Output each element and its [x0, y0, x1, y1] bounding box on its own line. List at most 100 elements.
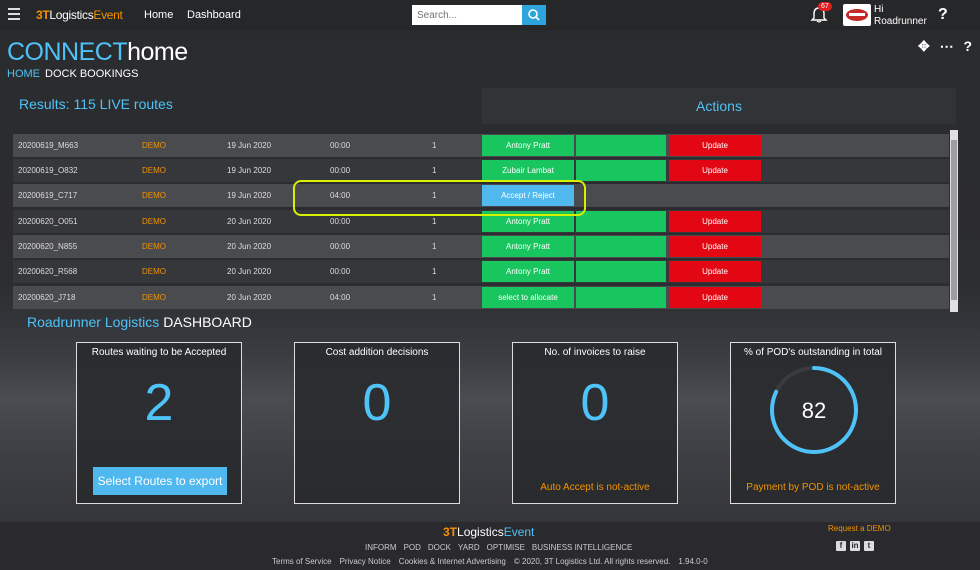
client-name: DEMO [142, 293, 166, 302]
table-row[interactable]: 20200620_J718 DEMO 20 Jun 2020 04:00 1 select… [13, 286, 949, 309]
user-name: Roadrunner [874, 16, 927, 27]
driver-allocation-button[interactable]: Zubair Lambat [482, 160, 574, 181]
footer-link-inform[interactable]: INFORM [365, 543, 397, 552]
notification-badge: 67 [818, 2, 832, 11]
help-icon-secondary[interactable]: ? [964, 38, 973, 54]
user-greeting[interactable]: Hi Roadrunner [874, 4, 927, 28]
actions-header: Actions [482, 88, 956, 124]
privacy-link[interactable]: Privacy Notice [340, 557, 391, 566]
footer-logo-3t: 3T [443, 525, 458, 539]
dashboard-label: DASHBOARD [163, 314, 252, 330]
select-routes-export-button[interactable]: Select Routes to export [93, 467, 227, 495]
status-button[interactable] [576, 287, 666, 308]
avatar[interactable] [843, 4, 871, 26]
card-invoices[interactable]: No. of invoices to raise 0 Auto Accept i… [512, 342, 678, 504]
request-demo-link[interactable]: Request a DEMO [828, 524, 891, 533]
route-time: 00:00 [330, 141, 351, 150]
route-date: 20 Jun 2020 [227, 267, 272, 276]
footer-link-dock[interactable]: DOCK [428, 543, 451, 552]
client-name: DEMO [142, 267, 166, 276]
nav-dashboard[interactable]: Dashboard [187, 9, 241, 21]
route-id: 20200620_O051 [18, 217, 78, 226]
brand-connect: CONNECT [7, 38, 128, 66]
app-logo[interactable]: 3TLogisticsEvent [36, 8, 123, 22]
terms-link[interactable]: Terms of Service [272, 557, 332, 566]
twitter-icon[interactable]: t [864, 541, 874, 551]
update-button[interactable]: Update [669, 160, 761, 181]
route-count: 1 [432, 166, 437, 175]
status-button[interactable] [576, 160, 666, 181]
status-button[interactable] [576, 211, 666, 232]
social-links: f in t [836, 535, 878, 553]
client-name: DEMO [142, 141, 166, 150]
footer-logo-event: Event [503, 525, 535, 539]
footer-logo[interactable]: 3TLogisticsEvent [443, 525, 534, 539]
menu-icon[interactable] [8, 8, 20, 20]
route-id: 20200620_R568 [18, 267, 78, 276]
top-bar: 3TLogisticsEvent Home Dashboard 67 Hi Ro… [0, 0, 980, 30]
footer-link-bi[interactable]: BUSINESS INTELLIGENCE [532, 543, 632, 552]
update-button[interactable]: Update [669, 287, 761, 308]
more-icon[interactable]: ⋯ [940, 38, 954, 54]
footer-logo-logistics: Logistics [457, 525, 504, 539]
facebook-icon[interactable]: f [836, 541, 846, 551]
move-icon[interactable]: ✥ [918, 38, 930, 54]
help-icon[interactable]: ? [938, 6, 948, 24]
card-footer: Auto Accept is not-active [540, 482, 650, 493]
scrollbar-thumb[interactable] [951, 140, 957, 300]
route-id: 20200619_M663 [18, 141, 79, 150]
client-name: DEMO [142, 166, 166, 175]
client-name: DEMO [142, 217, 166, 226]
search-input[interactable] [412, 5, 522, 25]
route-id: 20200620_N855 [18, 242, 78, 251]
footer-product-links: INFORM POD DOCK YARD OPTIMISE BUSINESS INTELL… [365, 543, 639, 552]
copyright-text: © 2020, 3T Logistics Ltd. All rights res… [513, 557, 671, 566]
route-time: 00:00 [330, 242, 351, 251]
scrollbar[interactable] [950, 130, 958, 312]
route-count: 1 [432, 242, 437, 251]
route-id: 20200619_O832 [18, 166, 78, 175]
status-button[interactable] [576, 261, 666, 282]
update-button[interactable]: Update [669, 211, 761, 232]
footer-link-optimise[interactable]: OPTIMISE [487, 543, 525, 552]
card-title: % of POD's outstanding in total [743, 347, 883, 358]
footer-legal: Terms of Service Privacy Notice Cookies & … [272, 557, 716, 566]
driver-allocation-button[interactable]: Antony Pratt [482, 261, 574, 282]
card-value: 0 [580, 374, 610, 432]
table-row[interactable]: 20200619_M663 DEMO 19 Jun 2020 00:00 1 Antony… [13, 134, 949, 157]
breadcrumb-home[interactable]: HOME [7, 68, 40, 80]
status-button[interactable] [576, 236, 666, 257]
table-row[interactable]: 20200620_N855 DEMO 20 Jun 2020 00:00 1 Antony… [13, 235, 949, 258]
route-date: 19 Jun 2020 [227, 166, 272, 175]
update-button[interactable]: Update [669, 261, 761, 282]
route-date: 20 Jun 2020 [227, 293, 272, 302]
card-footer: Payment by POD is not-active [746, 482, 880, 493]
linkedin-icon[interactable]: in [850, 541, 860, 551]
table-row[interactable]: 20200619_O832 DEMO 19 Jun 2020 00:00 1 Zubair… [13, 159, 949, 182]
card-routes-waiting[interactable]: Routes waiting to be Accepted 2 Select R… [76, 342, 242, 504]
route-count: 1 [432, 293, 437, 302]
table-row[interactable]: 20200620_R568 DEMO 20 Jun 2020 00:00 1 Antony… [13, 260, 949, 283]
driver-allocation-button[interactable]: select to allocate [482, 287, 574, 308]
nav-home[interactable]: Home [144, 9, 173, 21]
update-button[interactable]: Update [669, 135, 761, 156]
route-count: 1 [432, 217, 437, 226]
search-button[interactable] [522, 5, 546, 25]
route-date: 20 Jun 2020 [227, 217, 272, 226]
card-title: No. of invoices to raise [544, 347, 646, 358]
card-cost-addition[interactable]: Cost addition decisions 0 [294, 342, 460, 504]
update-button[interactable]: Update [669, 236, 761, 257]
route-count: 1 [432, 141, 437, 150]
status-button[interactable] [576, 135, 666, 156]
footer-link-yard[interactable]: YARD [458, 543, 480, 552]
dashboard-title: Roadrunner Logistics DASHBOARD [27, 314, 252, 330]
card-title: Routes waiting to be Accepted [91, 347, 227, 358]
driver-allocation-button[interactable]: Antony Pratt [482, 135, 574, 156]
cookies-link[interactable]: Cookies & Internet Advertising [399, 557, 506, 566]
footer-link-pod[interactable]: POD [404, 543, 421, 552]
card-pod-outstanding[interactable]: % of POD's outstanding in total 82 Payme… [730, 342, 896, 504]
breadcrumb-current: DOCK BOOKINGS [45, 68, 139, 80]
driver-allocation-button[interactable]: Antony Pratt [482, 236, 574, 257]
route-time: 00:00 [330, 217, 351, 226]
route-date: 19 Jun 2020 [227, 141, 272, 150]
